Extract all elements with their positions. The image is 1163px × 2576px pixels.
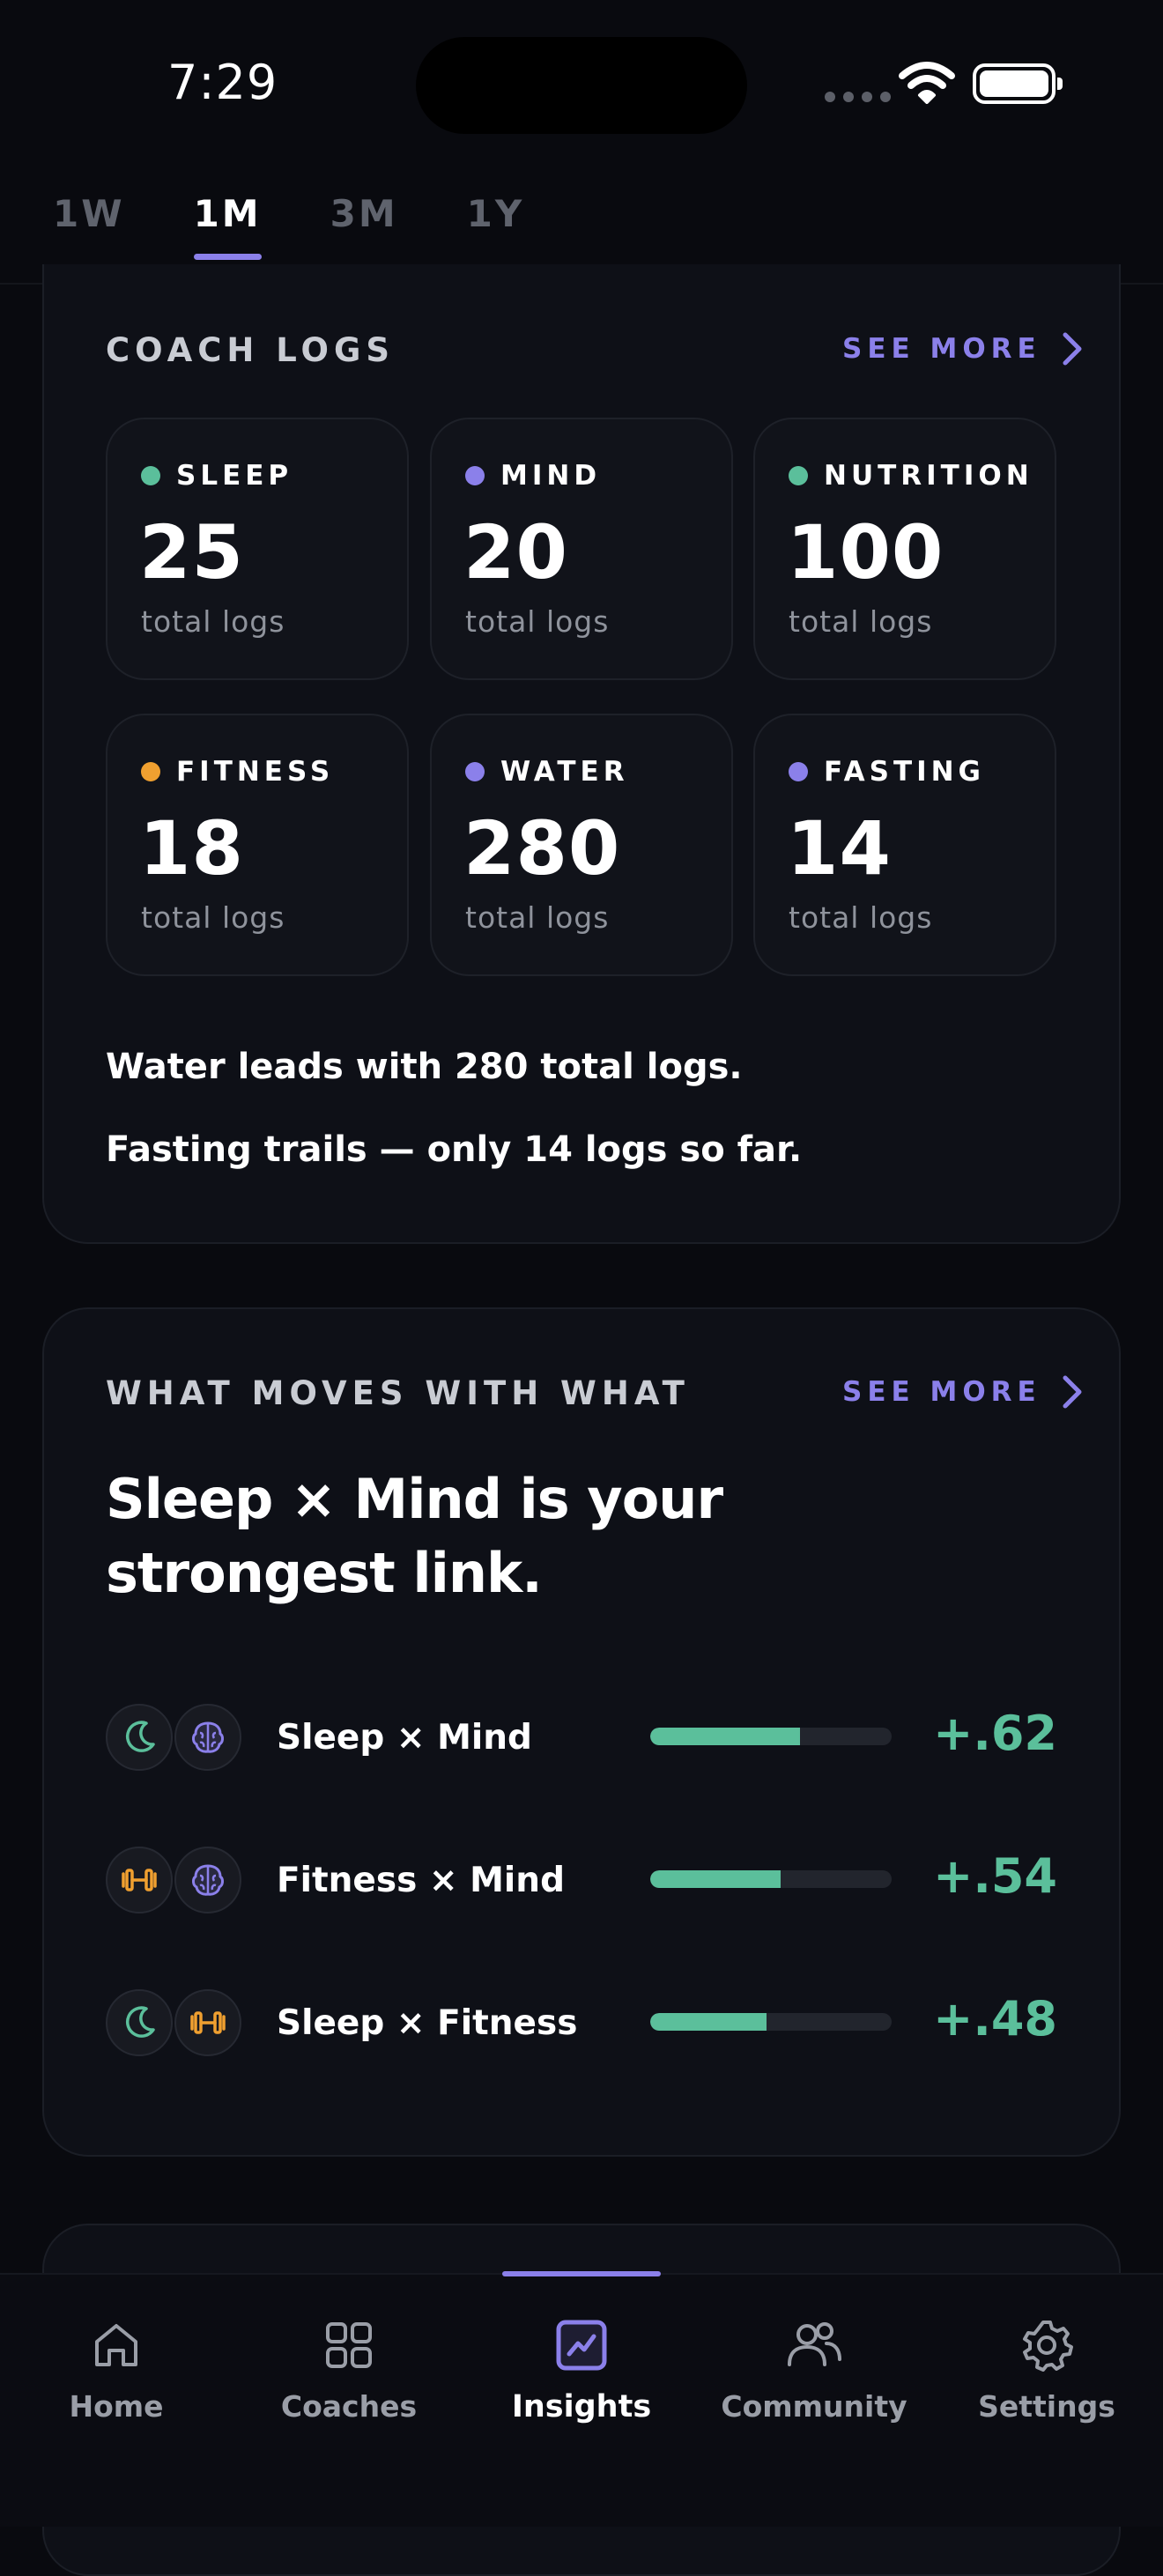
nav-label: Insights [511,2389,652,2424]
sleep-dot [141,466,160,485]
dumbbell-icon [106,1847,173,1913]
tile-sub: total logs [465,900,610,935]
tile-label-text: FITNESS [176,756,335,788]
headline-line-1: Sleep × Mind is your [106,1467,723,1531]
tile-label: SLEEP [141,460,293,492]
nav-home[interactable]: Home [0,2317,233,2424]
water-logs-tile[interactable]: WATER 280 total logs [430,714,733,976]
tile-label-text: NUTRITION [824,460,1033,492]
correlations-see-more-button[interactable]: SEE MORE [842,1374,1084,1410]
brain-icon [174,1704,241,1771]
tab-1w[interactable]: 1W [53,192,125,235]
chevron-right-icon [1063,1375,1082,1409]
sleep-logs-tile[interactable]: SLEEP 25 total logs [106,418,409,680]
nav-label: Home [69,2389,164,2424]
water-dot [465,762,485,781]
tile-label-text: FASTING [824,756,986,788]
nav-label: Settings [978,2389,1115,2424]
tile-label: NUTRITION [789,460,1033,492]
headline-line-2: strongest link. [106,1541,543,1605]
tab-1m-label: 1M [193,192,262,235]
wifi-icon [899,62,955,104]
tile-value: 25 [139,509,244,596]
tile-sub: total logs [465,604,610,639]
chart-icon [556,2320,607,2371]
moon-icon [106,1989,173,2056]
nav-label: Coaches [280,2389,418,2424]
nav-label: Community [721,2389,907,2424]
tab-3m[interactable]: 3M [330,192,398,235]
correlation-strength-fill [650,2013,767,2031]
coach-logs-title: COACH LOGS [106,331,395,369]
tile-sub: total logs [141,900,285,935]
tile-value: 280 [463,805,621,892]
correlation-row-label: Sleep × Fitness [277,2003,578,2043]
chevron-right-icon [1063,332,1082,366]
mind-logs-tile[interactable]: MIND 20 total logs [430,418,733,680]
battery-icon [973,63,1063,104]
people-icon [788,2322,841,2366]
correlation-strength-fill [650,1870,781,1888]
status-time: 7:29 [167,55,278,110]
period-tabs: 1W 1M 3M 1Y [53,192,593,260]
dynamic-island [416,37,747,134]
correlation-row-label: Fitness × Mind [277,1861,565,1900]
tile-label: MIND [465,460,601,492]
tile-label-text: MIND [500,460,602,492]
tile-sub: total logs [789,604,933,639]
moon-icon [106,1704,173,1771]
nav-coaches[interactable]: Coaches [233,2317,465,2424]
correlation-strength-bar [650,1870,892,1888]
mind-dot [465,466,485,485]
nav-settings[interactable]: Settings [930,2317,1163,2424]
coach-logs-summary-2: Fasting trails — only 14 logs so far. [106,1129,803,1170]
tile-value: 20 [463,509,568,596]
gear-icon [1023,2321,1073,2372]
nutrition-logs-tile[interactable]: NUTRITION 100 total logs [753,418,1056,680]
tile-sub: total logs [789,900,933,935]
nav-insights[interactable]: Insights [465,2317,698,2424]
home-icon [95,2324,137,2366]
fasting-dot [789,762,808,781]
fasting-logs-tile[interactable]: FASTING 14 total logs [753,714,1056,976]
nutrition-dot [789,466,808,485]
correlation-row-label: Sleep × Mind [277,1718,532,1758]
tile-label: FITNESS [141,756,334,788]
correlation-strength-bar [650,2013,892,2031]
correlation-value: +.54 [933,1848,1057,1904]
tile-label-text: WATER [500,756,629,788]
correlation-strength-fill [650,1728,800,1745]
correlations-title: WHAT MOVES WITH WHAT [106,1374,690,1412]
see-more-label: SEE MORE [842,1376,1041,1408]
correlations-headline: Sleep × Mind is your strongest link. [106,1462,899,1610]
correlation-strength-bar [650,1728,892,1745]
nav-community[interactable]: Community [698,2317,930,2424]
tile-label-text: SLEEP [176,460,293,492]
correlation-value: +.48 [933,1991,1057,2047]
dumbbell-icon [174,1989,241,2056]
tile-label: FASTING [789,756,985,788]
fitness-dot [141,762,160,781]
active-tab-indicator [193,254,262,260]
brain-icon [174,1847,241,1913]
tile-value: 14 [787,805,892,892]
tab-1m[interactable]: 1M [193,192,262,260]
correlation-value: +.62 [933,1706,1057,1761]
tab-1y[interactable]: 1Y [467,192,525,235]
fitness-logs-tile[interactable]: FITNESS 18 total logs [106,714,409,976]
tile-value: 18 [139,805,244,892]
cellular-signal-icon [825,92,891,102]
tile-sub: total logs [141,604,285,639]
see-more-label: SEE MORE [842,333,1041,365]
tile-label: WATER [465,756,629,788]
coach-logs-see-more-button[interactable]: SEE MORE [842,331,1084,366]
grid-icon [326,2322,372,2368]
active-nav-indicator [502,2271,661,2276]
coach-logs-summary-1: Water leads with 280 total logs. [106,1047,743,1087]
tile-value: 100 [787,509,944,596]
